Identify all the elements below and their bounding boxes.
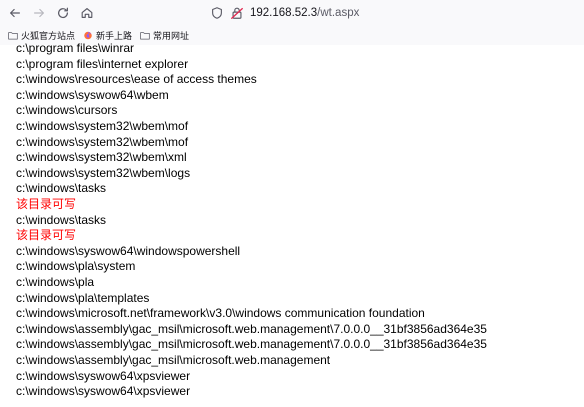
directory-path-line: c:\windows\system32\wbem\xml [16, 150, 187, 165]
back-button[interactable] [4, 2, 26, 24]
directory-path-line: c:\program files\internet explorer [16, 56, 189, 71]
directory-path-line: c:\windows\microsoft.net\framework\v3.0\… [16, 306, 425, 321]
address-bar[interactable]: 192.168.52.3/wt.aspx [210, 4, 359, 22]
directory-path-line: c:\program files\winrar [16, 41, 135, 55]
directory-path-line: c:\windows\tasks [16, 212, 107, 227]
directory-path-line: c:\windows\syswow64\windowspowershell [16, 243, 241, 258]
directory-path-line: c:\windows\assembly\gac_msil\microsoft.w… [16, 353, 331, 367]
directory-path-line: c:\windows\resources\ease of access them… [16, 72, 257, 87]
directory-path-line: c:\windows\pla\system [16, 259, 136, 274]
writable-notice: 该目录可写 [16, 228, 77, 243]
directory-path-line: c:\windows\syswow64\xpsviewer [16, 384, 191, 399]
firefox-icon [84, 31, 92, 40]
home-icon [81, 8, 93, 18]
arrow-right-icon [34, 8, 44, 18]
browser-toolbar: 192.168.52.3/wt.aspx [0, 0, 584, 26]
directory-path-line: c:\windows\syswow64\xpsviewer [16, 368, 191, 383]
directory-path-line: c:\windows\pla\templates [16, 290, 150, 305]
reload-button[interactable] [52, 2, 74, 24]
directory-path-line: c:\windows\pla [16, 275, 95, 289]
folder-icon [8, 32, 18, 40]
directory-path-line: c:\windows\system32\wbem\logs [16, 165, 191, 180]
folder-icon [140, 32, 150, 40]
directory-path-line: c:\windows\cursors [16, 103, 118, 118]
arrow-left-icon [10, 8, 20, 18]
directory-path-line: c:\windows\system32\wbem\mof [16, 134, 189, 149]
forward-button[interactable] [28, 2, 50, 24]
home-button[interactable] [76, 2, 98, 24]
directory-path-line: c:\windows\syswow64\wbem [16, 87, 169, 102]
page-content: c:\program files\winrar c:\program files… [0, 41, 584, 407]
insecure-lock-icon[interactable] [230, 6, 244, 20]
writable-notice: 该目录可写 [16, 197, 77, 211]
url-path: /wt.aspx [317, 7, 360, 19]
reload-icon [58, 7, 68, 19]
directory-path-line: c:\windows\system32\wbem\mof [16, 119, 189, 133]
url-text[interactable]: 192.168.52.3/wt.aspx [250, 7, 359, 19]
directory-path-line: c:\windows\assembly\gac_msil\microsoft.w… [16, 321, 487, 336]
directory-path-line: c:\windows\assembly\gac_msil\microsoft.w… [16, 337, 487, 352]
directory-path-line: c:\windows\tasks [16, 181, 107, 196]
url-host: 192.168.52.3 [250, 7, 318, 19]
shield-icon [212, 7, 222, 19]
